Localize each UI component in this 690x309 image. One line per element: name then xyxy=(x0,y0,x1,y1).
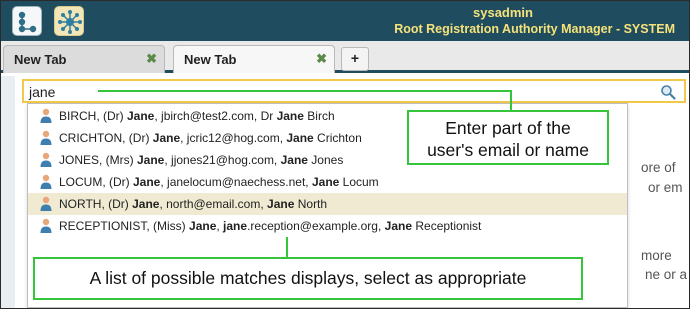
close-tab-icon[interactable]: ✖ xyxy=(316,51,327,67)
tab-new-2[interactable]: New Tab ✖ xyxy=(173,45,335,73)
search-input-value: jane xyxy=(29,84,56,100)
tab-label: New Tab xyxy=(184,52,237,67)
network-app-icon[interactable] xyxy=(54,6,84,36)
result-text: BIRCH, (Dr) Jane, jbirch@test2.com, Dr J… xyxy=(59,109,335,123)
user-search-input[interactable]: jane xyxy=(22,79,686,103)
current-user-role: Root Registration Authority Manager - SY… xyxy=(394,22,675,36)
result-text: NORTH, (Dr) Jane, north@email.com, Jane … xyxy=(59,197,328,211)
callout-line: user's email or name xyxy=(427,140,589,160)
person-icon xyxy=(40,174,52,189)
current-user-name: sysadmin xyxy=(473,5,533,20)
callout-line: Enter part of the xyxy=(445,118,571,138)
close-tab-icon[interactable]: ✖ xyxy=(146,51,157,67)
background-text: or em xyxy=(648,180,683,195)
background-text: ore of xyxy=(641,160,676,175)
result-item[interactable]: RECEPTIONIST, (Miss) Jane, jane.receptio… xyxy=(28,215,627,237)
result-text: CRICHTON, (Dr) Jane, jcric12@hog.com, Ja… xyxy=(59,131,362,145)
result-item[interactable]: LOCUM, (Dr) Jane, janelocum@naechess.net… xyxy=(28,171,627,193)
app-window: sysadmin Root Registration Authority Man… xyxy=(0,0,690,309)
tab-label: New Tab xyxy=(14,52,67,67)
person-icon xyxy=(40,218,52,233)
result-text: JONES, (Mrs) Jane, jjones21@hog.com, Jan… xyxy=(59,153,344,167)
add-tab-button[interactable]: + xyxy=(341,47,369,71)
app-header: sysadmin Root Registration Authority Man… xyxy=(1,1,689,41)
person-icon xyxy=(40,108,52,123)
tab-new-1[interactable]: New Tab ✖ xyxy=(3,45,165,73)
search-icon[interactable] xyxy=(660,84,676,105)
background-text: ne or a xyxy=(645,267,688,282)
search-hint-callout: Enter part of the user's email or name xyxy=(407,110,609,165)
background-text: more xyxy=(641,248,672,263)
tab-strip: New Tab ✖ New Tab ✖ + xyxy=(1,41,689,73)
person-icon xyxy=(40,130,52,145)
matches-hint-callout: A list of possible matches displays, sel… xyxy=(33,257,583,300)
result-item-selected[interactable]: NORTH, (Dr) Jane, north@email.com, Jane … xyxy=(28,193,627,215)
person-icon xyxy=(40,196,52,211)
result-text: LOCUM, (Dr) Jane, janelocum@naechess.net… xyxy=(59,175,379,189)
structure-app-icon[interactable] xyxy=(12,6,42,36)
person-icon xyxy=(40,152,52,167)
result-text: RECEPTIONIST, (Miss) Jane, jane.receptio… xyxy=(59,219,482,233)
